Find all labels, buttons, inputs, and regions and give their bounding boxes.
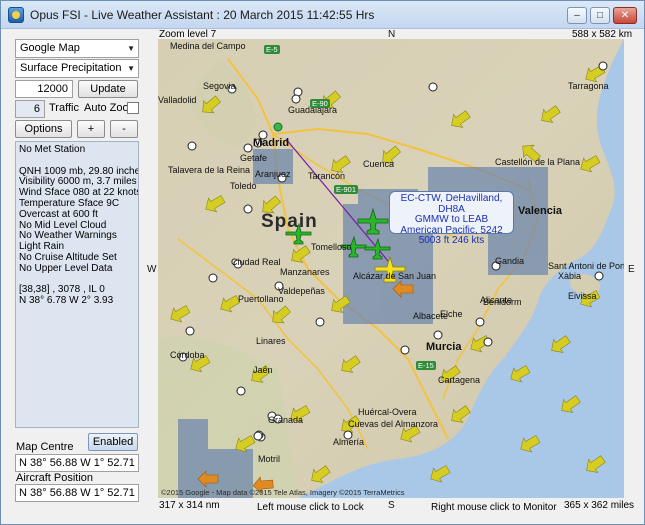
met-info-panel: No Met Station QNH 1009 mb, 29.80 inches V…	[15, 141, 139, 428]
enabled-toggle-button[interactable]: Enabled	[88, 433, 138, 451]
place-label: Madrid	[253, 137, 290, 149]
place-label: Benidorm	[483, 297, 522, 307]
place-label: Xàbia	[558, 271, 582, 281]
place-label: Murcia	[426, 341, 462, 353]
place-label: Elche	[440, 309, 463, 319]
compass-east: E	[628, 264, 635, 275]
map-type-select[interactable]: Google Map ▼	[15, 39, 139, 58]
dropdown-arrow-icon: ▼	[127, 64, 135, 73]
place-label: Sant Antoni de Portmany	[548, 261, 624, 271]
aircraft-info-callout[interactable]: EC-CTW, DeHavilland, DH8A GMMW to LEAB A…	[389, 191, 514, 246]
auto-zoom-checkbox[interactable]	[127, 102, 139, 114]
map-size-nm: 317 x 314 nm	[159, 500, 220, 511]
place-label: Manzanares	[280, 267, 330, 277]
place-label: Valencia	[518, 205, 563, 217]
right-click-hint: Right mouse click to Monitor	[431, 502, 557, 513]
place-label: Aranjuez	[255, 169, 291, 179]
window-title: Opus FSI - Live Weather Assistant : 20 M…	[30, 8, 375, 22]
callout-line-1: EC-CTW, DeHavilland, DH8A	[400, 193, 503, 215]
update-button[interactable]: Update	[78, 80, 138, 98]
place-label: Motril	[258, 454, 280, 464]
zoom-out-button[interactable]: -	[110, 120, 138, 138]
callout-line-2: GMMW to LEAB	[414, 214, 489, 225]
weather-layer-select[interactable]: Surface Precipitation ▼	[15, 59, 139, 78]
place-label: Linares	[256, 336, 286, 346]
place-label: Gandia	[495, 256, 525, 266]
place-label: Ciudad Real	[231, 257, 281, 267]
country-label: Spain	[261, 211, 318, 232]
options-button[interactable]: Options	[15, 120, 72, 138]
met-line: No Upper Level Data	[19, 262, 113, 274]
traffic-label: Traffic	[49, 102, 79, 114]
weather-layer-value: Surface Precipitation	[20, 62, 122, 74]
place-label: Segovia	[203, 81, 236, 91]
app-logo-icon	[8, 7, 24, 23]
map-copyright: ©2015 Google - Map data ©2015 Tele Atlas…	[161, 488, 405, 497]
callout-line-4: 5003 ft 246 kts	[418, 235, 485, 246]
met-line: Overcast at 600 ft	[19, 208, 98, 220]
title-bar[interactable]: Opus FSI - Live Weather Assistant : 20 M…	[1, 1, 644, 29]
place-label: Valladolid	[158, 95, 197, 105]
map-type-value: Google Map	[20, 42, 80, 54]
met-line	[19, 156, 135, 167]
place-label: Castellón de la Plana	[495, 157, 581, 167]
place-label: Cartagena	[438, 375, 481, 385]
met-line: No Met Station	[19, 144, 86, 155]
altitude-input[interactable]: 12000	[15, 80, 73, 98]
aircraft-position-label: Aircraft Position	[16, 472, 94, 484]
place-label: Puertollano	[238, 294, 284, 304]
place-label: Jaén	[253, 365, 273, 375]
minimize-button[interactable]: –	[567, 7, 587, 24]
maximize-button[interactable]: □	[590, 7, 610, 24]
map-centre-label: Map Centre	[16, 441, 74, 453]
place-label: Almería	[333, 437, 365, 447]
left-click-hint: Left mouse click to Lock	[257, 502, 364, 513]
zoom-in-button[interactable]: +	[77, 120, 105, 138]
place-label: Alcázar de San Juan	[353, 271, 437, 281]
place-label: Tarancón	[308, 171, 346, 181]
road-label: E-5	[264, 45, 280, 54]
met-line: N 38° 6.78 W 2° 3.93	[19, 295, 114, 307]
place-label: Eivissa	[568, 291, 597, 301]
place-label: Cuevas del Almanzora	[348, 419, 439, 429]
close-button[interactable]: ✕	[613, 7, 637, 24]
place-label: Valdepeñas	[278, 286, 325, 296]
place-label: Córdoba	[170, 350, 205, 360]
traffic-count-field[interactable]: 6	[15, 100, 45, 118]
place-label: Cuenca	[363, 159, 395, 169]
aircraft-position-field[interactable]: N 38° 56.88 W 1° 52.71	[15, 484, 139, 502]
app-window: Opus FSI - Live Weather Assistant : 20 M…	[0, 0, 645, 525]
road-label: E-90	[310, 99, 330, 108]
place-label: Talavera de la Reina	[168, 165, 251, 175]
place-label: Granada	[268, 415, 304, 425]
compass-south: S	[388, 500, 395, 511]
place-label: Tarragona	[568, 81, 609, 91]
place-label: Toledo	[230, 181, 257, 191]
dropdown-arrow-icon: ▼	[127, 44, 135, 53]
road-label: E-15	[416, 361, 436, 370]
map-size-miles: 365 x 362 miles	[564, 500, 635, 511]
weather-map[interactable]: Spain EC-CTW, DeHavilland, DH8A GMMW to …	[158, 39, 624, 498]
place-label: Getafe	[240, 153, 268, 163]
compass-west: W	[147, 264, 157, 275]
place-label: Huércal-Overa	[358, 407, 417, 417]
map-centre-field[interactable]: N 38° 56.88 W 1° 52.71	[15, 454, 139, 472]
place-label: Medina del Campo	[170, 41, 246, 51]
road-label: E-901	[334, 185, 359, 194]
place-label: Tomelloso	[311, 242, 352, 252]
